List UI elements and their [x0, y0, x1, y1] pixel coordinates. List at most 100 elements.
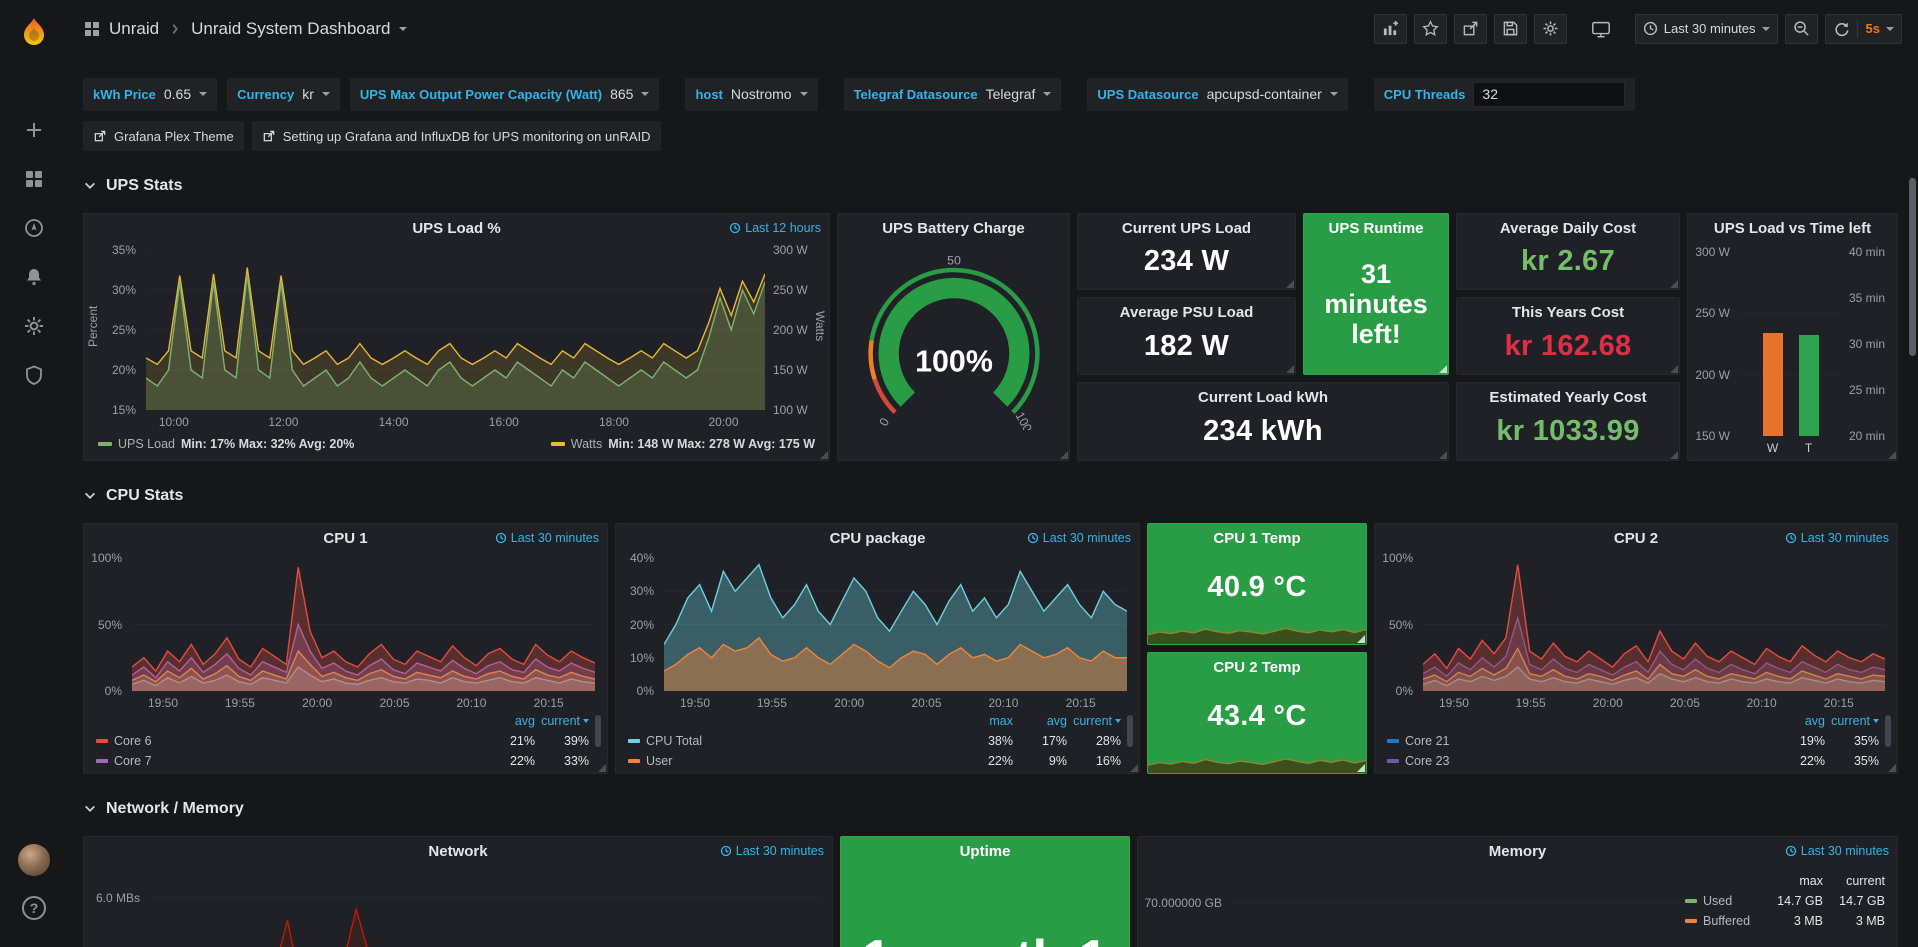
refresh-interval-label[interactable]: 5s	[1866, 21, 1880, 36]
refresh-button-group[interactable]: 5s	[1825, 14, 1902, 44]
panel-title[interactable]: Average Daily Cost	[1500, 220, 1636, 237]
scrollbar-thumb[interactable]	[1909, 178, 1916, 356]
panel-title[interactable]: UPS Battery Charge	[882, 220, 1025, 237]
panel-title[interactable]: Estimated Yearly Cost	[1489, 389, 1646, 406]
legend-item[interactable]: UPS Load Min: 17% Max: 32% Avg: 20%	[98, 437, 354, 451]
chevron-down-icon[interactable]	[399, 27, 407, 31]
create-icon[interactable]	[12, 108, 56, 152]
legend-sort-avg[interactable]: avg	[1771, 714, 1825, 728]
legend-sort-current[interactable]: current	[1823, 874, 1885, 888]
plot-area[interactable]	[150, 871, 820, 947]
breadcrumb-app[interactable]: Unraid	[109, 19, 159, 39]
apps-grid-icon[interactable]	[84, 21, 100, 37]
time-series-graph[interactable]: 40%30%20%10%0% 19:5019:5520:0020:0520:10…	[616, 552, 1139, 711]
dashboard-settings-button[interactable]	[1534, 14, 1567, 44]
panel-title[interactable]: Current Load kWh	[1198, 389, 1328, 406]
legend-series-name[interactable]: Watts	[571, 437, 602, 451]
panel-title[interactable]: CPU 1 Temp	[1213, 530, 1300, 547]
section-network-memory[interactable]: Network / Memory	[83, 798, 1898, 820]
time-series-graph[interactable]: 100%50%0% 19:5019:5520:0020:0520:1020:15	[84, 552, 607, 711]
dashboard-link-ups-monitoring[interactable]: Setting up Grafana and InfluxDB for UPS …	[252, 121, 661, 151]
legend-series-name[interactable]: Buffered	[1703, 914, 1750, 928]
legend-series-name[interactable]: Core 7	[114, 754, 152, 768]
share-button[interactable]	[1454, 14, 1487, 44]
variable-input[interactable]: 32	[1473, 82, 1625, 107]
legend-sort-avg[interactable]: avg	[1013, 714, 1067, 728]
bar-graph[interactable]: 300 W250 W200 W150 W 40 min35 min30 min2…	[1688, 242, 1897, 460]
legend-sort-current[interactable]: current	[535, 714, 589, 728]
section-ups-stats[interactable]: UPS Stats	[83, 175, 1898, 197]
variable-ups-max-output[interactable]: UPS Max Output Power Capacity (Watt) 865	[350, 78, 660, 111]
panel-title[interactable]: Average PSU Load	[1120, 304, 1254, 321]
plot-area[interactable]	[664, 558, 1127, 691]
panel-title[interactable]: Current UPS Load	[1122, 220, 1251, 237]
variable-kwh-price[interactable]: kWh Price 0.65	[83, 78, 217, 111]
legend-series-name[interactable]: Core 23	[1405, 754, 1449, 768]
variable-value[interactable]: 0.65	[164, 86, 191, 102]
legend-sort-current[interactable]: current	[1067, 714, 1121, 728]
panel-title[interactable]: This Years Cost	[1512, 304, 1624, 321]
variable-value[interactable]: Nostromo	[731, 86, 792, 102]
time-series-graph[interactable]: Percent 35%30%25%20%15% 300 W250 W200 W1…	[84, 242, 829, 434]
variable-value[interactable]: Telegraf	[986, 86, 1036, 102]
configuration-icon[interactable]	[12, 304, 56, 348]
legend-scrollbar[interactable]	[595, 715, 601, 747]
battery-gauge[interactable]: 050100100%	[858, 252, 1050, 430]
panel-title[interactable]: CPU 2	[1614, 530, 1658, 547]
alerting-icon[interactable]	[12, 255, 56, 299]
legend-sort-max[interactable]: max	[959, 714, 1013, 728]
time-series-graph[interactable]: 100%50%0% 19:5019:5520:0020:0520:1020:15	[1375, 552, 1897, 711]
panel-title[interactable]: UPS Load vs Time left	[1714, 220, 1871, 237]
tick-label: 50%	[98, 618, 122, 632]
help-icon[interactable]: ?	[12, 886, 56, 930]
legend-sort-current[interactable]: current	[1825, 714, 1879, 728]
panel-title[interactable]: CPU 1	[323, 530, 367, 547]
dashboards-icon[interactable]	[12, 157, 56, 201]
panel-title[interactable]: CPU package	[830, 530, 926, 547]
time-picker-button[interactable]: Last 30 minutes	[1635, 14, 1778, 44]
server-admin-icon[interactable]	[12, 353, 56, 397]
variable-host[interactable]: host Nostromo	[685, 78, 817, 111]
variable-value[interactable]: apcupsd-container	[1207, 86, 1322, 102]
panel-title[interactable]: CPU 2 Temp	[1213, 659, 1300, 676]
grafana-logo[interactable]	[14, 12, 54, 52]
legend-sort-max[interactable]: max	[1761, 874, 1823, 888]
legend-series-name[interactable]: Core 21	[1405, 734, 1449, 748]
avatar[interactable]	[18, 844, 50, 876]
variable-telegraf-datasource[interactable]: Telegraf Datasource Telegraf	[844, 78, 1062, 111]
legend-sort-avg[interactable]: avg	[481, 714, 535, 728]
zoom-out-button[interactable]	[1785, 14, 1818, 44]
plot-area[interactable]	[146, 250, 765, 410]
panel-title[interactable]: Memory	[1489, 843, 1547, 860]
save-button[interactable]	[1494, 14, 1527, 44]
dashboard-link-plex-theme[interactable]: Grafana Plex Theme	[83, 121, 244, 151]
star-button[interactable]	[1414, 14, 1447, 44]
plot-area[interactable]	[1423, 558, 1885, 691]
tv-mode-button[interactable]	[1584, 14, 1618, 44]
variable-currency[interactable]: Currency kr	[227, 78, 340, 111]
variable-ups-datasource[interactable]: UPS Datasource apcupsd-container	[1087, 78, 1347, 111]
plot-area[interactable]	[1740, 252, 1841, 436]
legend-item[interactable]: Watts Min: 148 W Max: 278 W Avg: 175 W	[551, 437, 815, 451]
panel-title[interactable]: Network	[428, 843, 487, 860]
legend-scrollbar[interactable]	[1885, 715, 1891, 747]
legend-series-name[interactable]: Core 6	[114, 734, 152, 748]
section-cpu-stats[interactable]: CPU Stats	[83, 485, 1898, 507]
plot-area[interactable]	[1232, 871, 1685, 947]
legend-series-name[interactable]: Used	[1703, 894, 1732, 908]
explore-icon[interactable]	[12, 206, 56, 250]
plot-area[interactable]	[132, 558, 595, 691]
panel-title[interactable]: Uptime	[960, 843, 1011, 860]
legend-series-name[interactable]: UPS Load	[118, 437, 175, 451]
panel-title[interactable]: UPS Runtime	[1328, 220, 1423, 237]
legend-series-name[interactable]: CPU Total	[646, 734, 702, 748]
add-panel-button[interactable]	[1374, 14, 1407, 44]
variable-value[interactable]: 865	[610, 86, 633, 102]
legend-series-name[interactable]: User	[646, 754, 672, 768]
variable-cpu-threads[interactable]: CPU Threads 32	[1374, 78, 1636, 111]
panel-title[interactable]: UPS Load %	[412, 220, 500, 237]
legend-scrollbar[interactable]	[1127, 715, 1133, 747]
dashboard-title[interactable]: Unraid System Dashboard	[191, 19, 390, 39]
variable-value[interactable]: kr	[302, 86, 314, 102]
time-series-graph[interactable]: 6.0 MBs4.0 MBs2.0 MBs	[84, 865, 832, 947]
